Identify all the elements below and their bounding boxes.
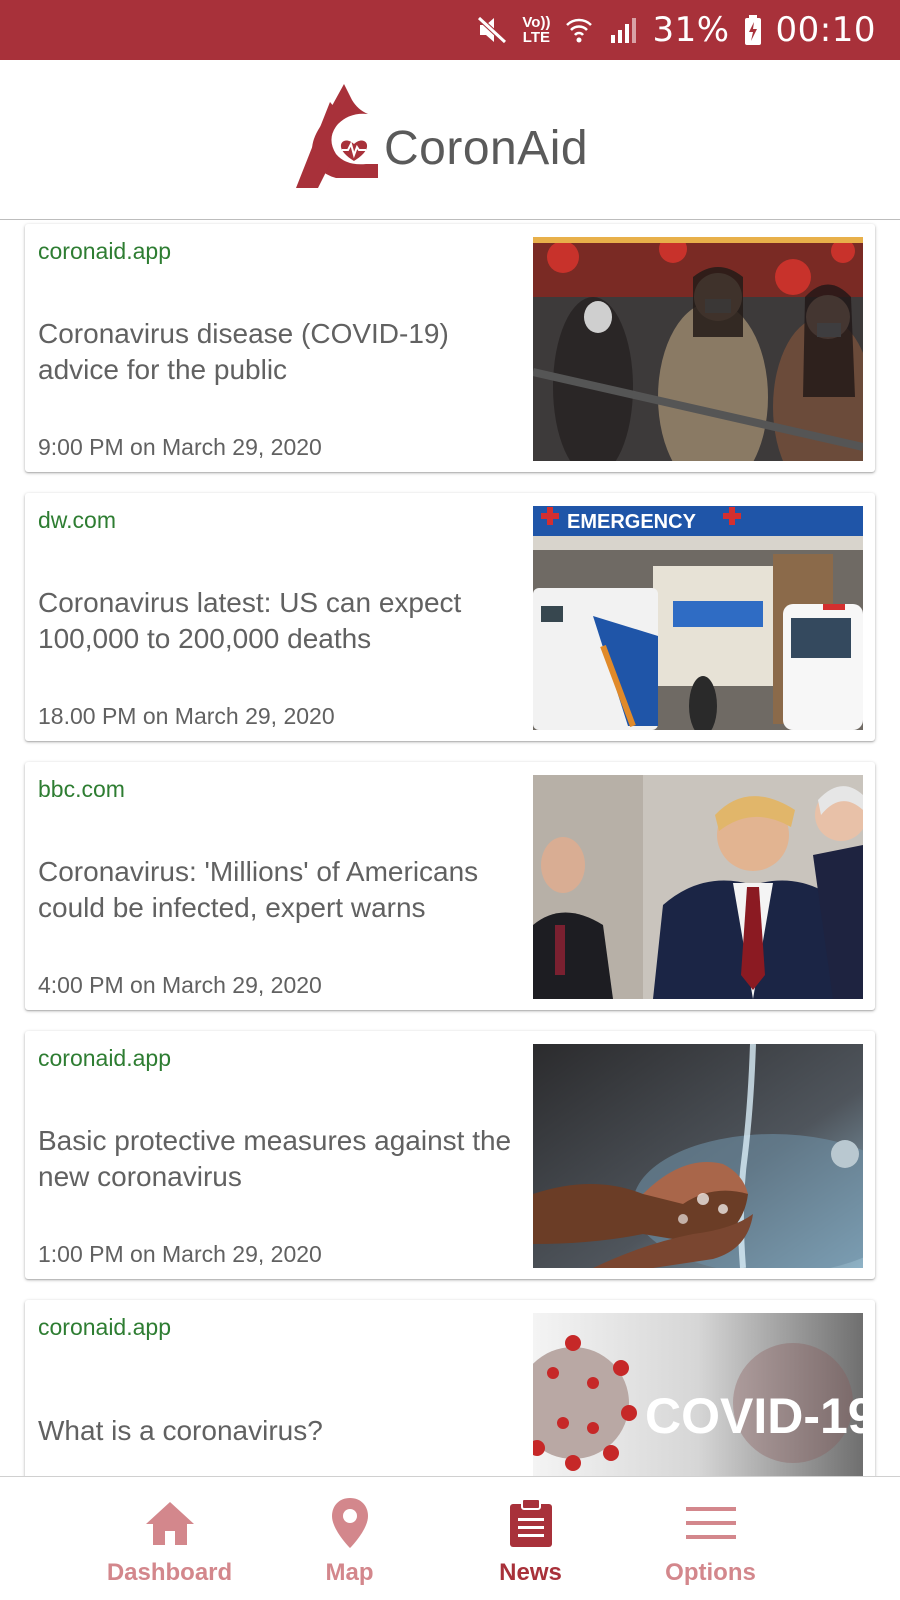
news-image	[533, 775, 863, 999]
news-card[interactable]: dw.com Coronavirus latest: US can expect…	[25, 493, 875, 741]
news-source: bbc.com	[38, 776, 125, 802]
news-time: 9:00 PM on March 29, 2020	[38, 434, 322, 460]
mute-icon	[476, 14, 508, 46]
news-source: coronaid.app	[38, 238, 171, 264]
signal-icon	[608, 15, 638, 45]
news-time: 4:00 PM on March 29, 2020	[38, 972, 322, 998]
news-title: Coronavirus latest: US can expect 100,00…	[38, 587, 462, 654]
battery-charging-icon	[744, 14, 762, 46]
clipboard-icon	[508, 1497, 554, 1549]
svg-text:COVID-19: COVID-19	[645, 1388, 863, 1444]
news-time: 1:00 PM on March 29, 2020	[38, 1241, 322, 1267]
news-image	[533, 1044, 863, 1268]
logo-mark	[296, 84, 378, 188]
nav-label: Map	[325, 1559, 374, 1586]
news-source: coronaid.app	[38, 1314, 171, 1340]
status-icons: Vo)) LTE 31% 00:10	[476, 0, 876, 60]
news-list[interactable]: coronaid.app Coronavirus disease (COVID-…	[0, 221, 900, 1476]
news-title: What is a coronavirus?	[38, 1415, 323, 1446]
volte-icon: Vo)) LTE	[522, 15, 550, 45]
news-title: Coronavirus disease (COVID-19) advice fo…	[38, 318, 449, 385]
wifi-icon	[564, 15, 594, 45]
status-bar: Vo)) LTE 31% 00:10	[0, 0, 900, 60]
nav-label: Options	[665, 1559, 756, 1586]
clock: 00:10	[775, 10, 876, 50]
news-card[interactable]: coronaid.app What is a coronavirus? COVI…	[25, 1300, 875, 1476]
nav-label: News	[499, 1559, 562, 1586]
app-header: CoronAid	[0, 60, 900, 220]
app-name: CoronAid	[384, 121, 589, 175]
svg-text:EMERGENCY: EMERGENCY	[567, 511, 697, 533]
heart-pulse-icon	[340, 140, 368, 161]
news-source: dw.com	[38, 507, 116, 533]
news-card[interactable]: bbc.com Coronavirus: 'Millions' of Ameri…	[25, 762, 875, 1010]
news-image: EMERGENCY	[533, 506, 863, 730]
news-time: 18.00 PM on March 29, 2020	[38, 703, 335, 729]
news-source: coronaid.app	[38, 1045, 171, 1071]
news-image	[533, 237, 863, 461]
news-card[interactable]: coronaid.app Coronavirus disease (COVID-…	[25, 224, 875, 472]
news-card[interactable]: coronaid.app Basic protective measures a…	[25, 1031, 875, 1279]
home-icon	[144, 1497, 196, 1549]
volte-bottom-text: LTE	[522, 29, 551, 46]
bottom-navigation: Dashboard Map News Options	[0, 1476, 900, 1600]
menu-icon	[685, 1497, 737, 1549]
battery-percent: 31%	[652, 10, 730, 50]
map-pin-icon	[330, 1497, 370, 1549]
news-title: Coronavirus: 'Millions' of Americans cou…	[38, 856, 479, 923]
nav-label: Dashboard	[106, 1559, 233, 1586]
app-logo: CoronAid	[296, 84, 588, 190]
news-title: Basic protective measures against the ne…	[38, 1125, 512, 1192]
volte-top-text: Vo))	[522, 14, 551, 31]
nav-options[interactable]: Options	[598, 1477, 823, 1600]
news-image: COVID-19	[533, 1313, 863, 1476]
